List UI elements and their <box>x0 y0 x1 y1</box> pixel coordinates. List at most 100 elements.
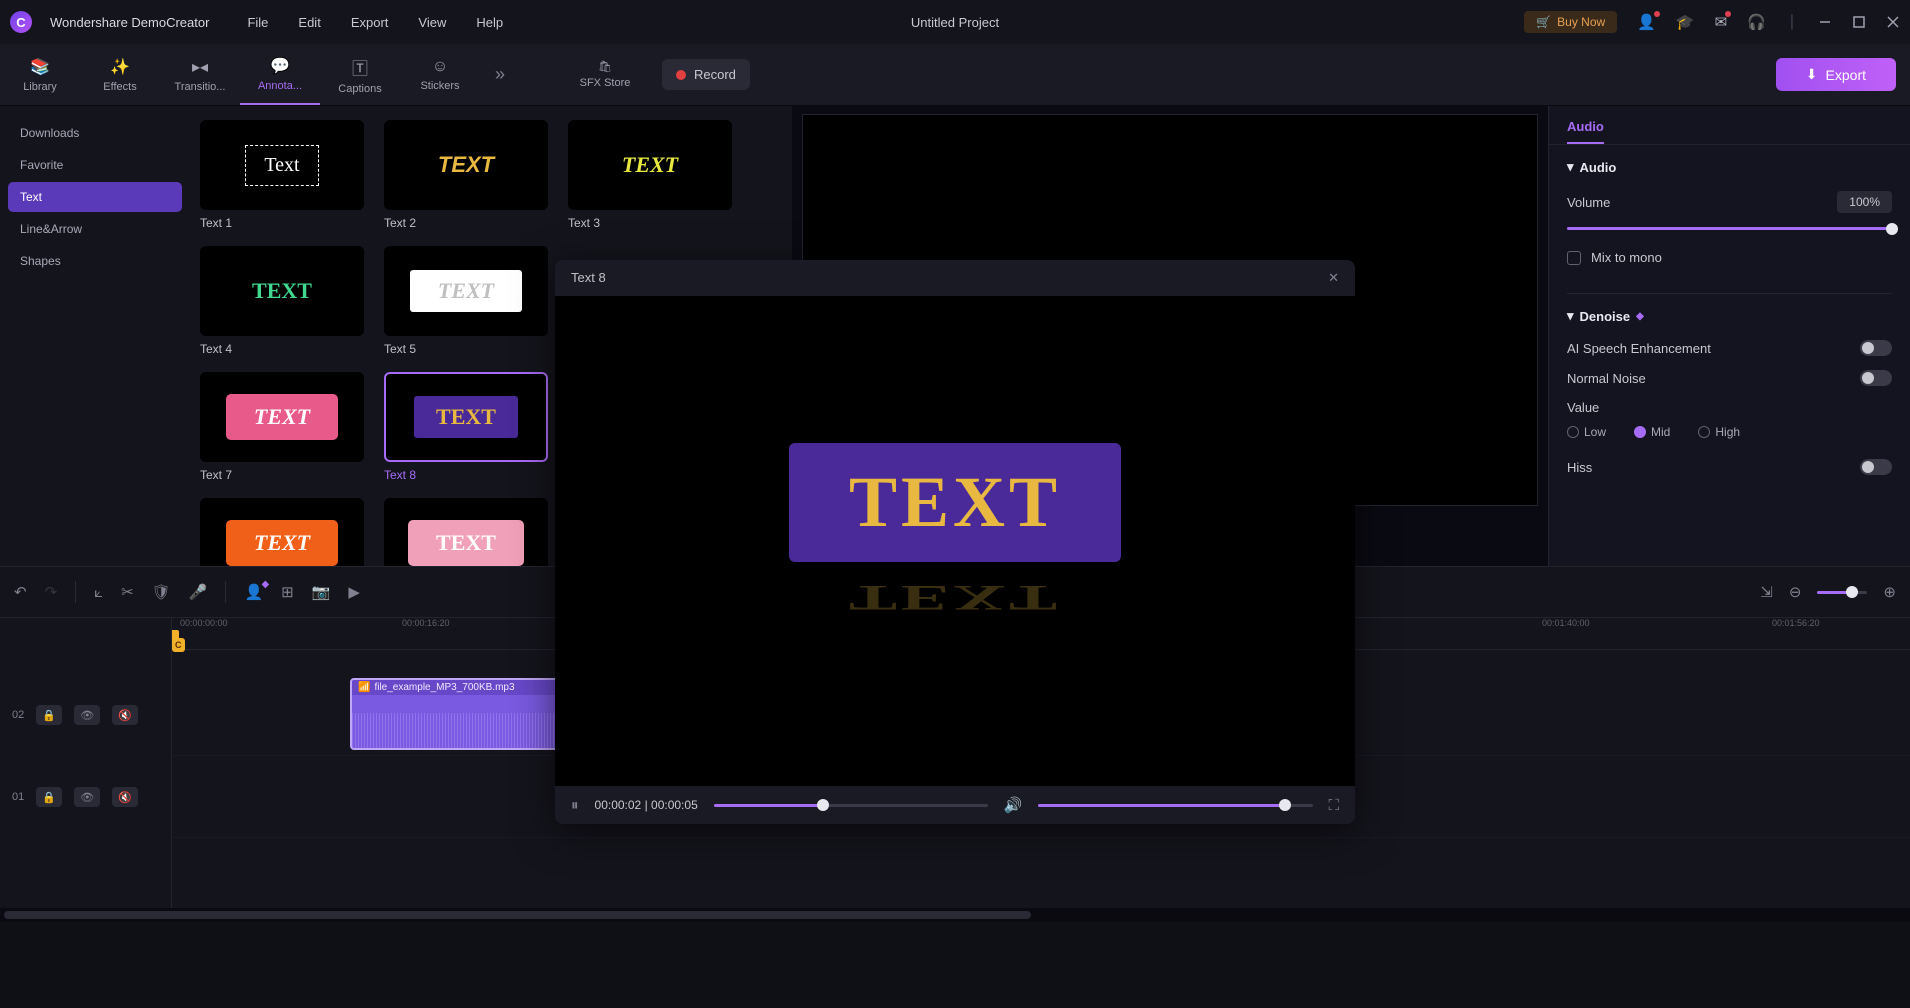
tab-annotation[interactable]: 💬Annota... <box>240 44 320 105</box>
gallery-item[interactable]: TEXT Text 2 <box>384 120 548 230</box>
mail-icon[interactable]: ✉ <box>1715 13 1728 31</box>
app-title: Wondershare DemoCreator <box>50 15 209 30</box>
tab-sfx-store[interactable]: 🛍SFX Store <box>560 60 650 89</box>
screenshot-icon[interactable]: 📷 <box>312 583 331 601</box>
panel-tab-audio[interactable]: Audio <box>1567 119 1604 144</box>
toolbar: 📚Library ✨Effects ▸◂Transitio... 💬Annota… <box>0 44 1910 106</box>
title-bar: C Wondershare DemoCreator File Edit Expo… <box>0 0 1910 44</box>
volume-icon[interactable]: 🔊 <box>1004 796 1023 814</box>
sidebar-item-downloads[interactable]: Downloads <box>8 118 182 148</box>
premium-diamond-icon: ◆ <box>1636 311 1644 322</box>
menu-help[interactable]: Help <box>476 15 503 30</box>
pause-icon[interactable]: ⏸ <box>571 797 579 814</box>
gallery-item[interactable]: TEXT Text 4 <box>200 246 364 356</box>
gallery-item[interactable]: TEXT Text 3 <box>568 120 732 230</box>
track-lock-icon[interactable]: 🔒 <box>36 705 62 725</box>
sfx-icon: 🛍 <box>598 60 612 73</box>
maximize-icon[interactable] <box>1852 15 1866 29</box>
gallery-item[interactable]: Text Text 1 <box>200 120 364 230</box>
close-icon[interactable] <box>1886 15 1900 29</box>
stickers-icon: ☺ <box>432 58 448 76</box>
project-title: Untitled Project <box>911 15 999 30</box>
tab-effects[interactable]: ✨Effects <box>80 44 160 105</box>
menu-view[interactable]: View <box>418 15 446 30</box>
minimize-icon[interactable] <box>1818 15 1832 29</box>
volume-label: Volume <box>1567 195 1610 210</box>
hiss-toggle[interactable] <box>1860 459 1892 475</box>
modal-title: Text 8 <box>571 270 606 286</box>
more-tabs-icon[interactable]: » <box>480 44 520 105</box>
zoom-in-icon[interactable]: ⊕ <box>1883 583 1896 601</box>
menu-file[interactable]: File <box>247 15 268 30</box>
headset-icon[interactable]: 🎧 <box>1747 13 1766 31</box>
export-button[interactable]: ⬇Export <box>1776 58 1896 91</box>
gallery-item[interactable]: TEXT Text 5 <box>384 246 548 356</box>
user-icon[interactable]: 👤 <box>1637 13 1656 31</box>
library-icon: 📚 <box>30 57 50 77</box>
gallery-item[interactable]: TEXT Text 8 <box>384 372 548 482</box>
gallery-item[interactable]: TEXT <box>384 498 548 566</box>
record-button[interactable]: Record <box>662 59 750 90</box>
properties-panel: Audio ▾Audio Volume 100% Mix to mono ▾De… <box>1548 106 1910 566</box>
track-mute-icon[interactable]: 🔇 <box>112 705 138 725</box>
captions-icon: 🅃 <box>352 55 368 79</box>
annotation-icon: 💬 <box>270 56 290 76</box>
sidebar-item-line-arrow[interactable]: Line&Arrow <box>8 214 182 244</box>
split-icon[interactable]: ✂ <box>121 583 134 601</box>
radio-high[interactable]: High <box>1698 425 1740 439</box>
sidebar-item-text[interactable]: Text <box>8 182 182 212</box>
app-logo-icon: C <box>10 11 32 33</box>
track-header: 01 🔒 👁 🔇 <box>0 756 171 838</box>
modal-canvas: TEXT TEXT <box>555 296 1355 786</box>
ai-icon[interactable]: 👤◆ <box>244 583 263 601</box>
normal-noise-toggle[interactable] <box>1860 370 1892 386</box>
tab-transition[interactable]: ▸◂Transitio... <box>160 44 240 105</box>
zoom-out-icon[interactable]: ⊖ <box>1789 583 1802 601</box>
sidebar-item-favorite[interactable]: Favorite <box>8 150 182 180</box>
volume-slider[interactable] <box>1567 227 1892 230</box>
buy-now-button[interactable]: 🛒 Buy Now <box>1524 11 1617 33</box>
clip-icon: 📶file_example_MP3_700KB.mp3 <box>358 682 515 693</box>
horizontal-scrollbar[interactable] <box>0 908 1910 922</box>
collapse-icon[interactable]: ▾ <box>1567 308 1574 324</box>
play-icon[interactable]: ▶ <box>348 583 360 601</box>
collapse-icon[interactable]: ▾ <box>1567 159 1574 175</box>
volume-value[interactable]: 100% <box>1837 191 1892 213</box>
menu-export[interactable]: Export <box>351 15 389 30</box>
gallery-item[interactable]: TEXT Text 7 <box>200 372 364 482</box>
track-visibility-icon[interactable]: 👁 <box>74 705 100 725</box>
playback-slider[interactable] <box>714 804 988 807</box>
redo-icon[interactable]: ↷ <box>45 583 58 601</box>
effects-icon: ✨ <box>110 57 130 77</box>
crop-icon[interactable]: ⟀ <box>94 584 103 601</box>
fullscreen-icon[interactable]: ⛶ <box>1329 797 1340 814</box>
audio-tool-icon[interactable]: ⊞ <box>281 583 294 601</box>
record-dot-icon <box>676 70 686 80</box>
tab-library[interactable]: 📚Library <box>0 44 80 105</box>
radio-low[interactable]: Low <box>1567 425 1606 439</box>
sidebar-item-shapes[interactable]: Shapes <box>8 246 182 276</box>
tab-stickers[interactable]: ☺Stickers <box>400 44 480 105</box>
value-label: Value <box>1567 400 1892 415</box>
track-header: 02 🔒 👁 🔇 <box>0 674 171 756</box>
ai-speech-toggle[interactable] <box>1860 340 1892 356</box>
modal-volume-slider[interactable] <box>1038 804 1312 807</box>
gallery-item[interactable]: TEXT <box>200 498 364 566</box>
track-mute-icon[interactable]: 🔇 <box>112 787 138 807</box>
rec-badge: C <box>172 638 185 652</box>
marker-icon[interactable]: 🛡 <box>152 583 171 601</box>
track-lock-icon[interactable]: 🔒 <box>36 787 62 807</box>
menu-edit[interactable]: Edit <box>298 15 320 30</box>
zoom-slider[interactable] <box>1817 591 1867 594</box>
radio-mid[interactable]: Mid <box>1634 425 1670 439</box>
mic-icon[interactable]: 🎤 <box>189 583 208 601</box>
mix-mono-checkbox[interactable] <box>1567 251 1581 265</box>
close-icon[interactable]: ✕ <box>1328 270 1339 286</box>
tab-captions[interactable]: 🅃Captions <box>320 44 400 105</box>
graduation-icon[interactable]: 🎓 <box>1676 13 1695 31</box>
preview-modal: Text 8 ✕ TEXT TEXT ⏸ 00:00:02 | 00:00:05… <box>555 260 1355 824</box>
fit-width-icon[interactable]: ⇲ <box>1760 583 1773 601</box>
export-icon: ⬇ <box>1806 66 1818 83</box>
track-visibility-icon[interactable]: 👁 <box>74 787 100 807</box>
undo-icon[interactable]: ↶ <box>14 583 27 601</box>
